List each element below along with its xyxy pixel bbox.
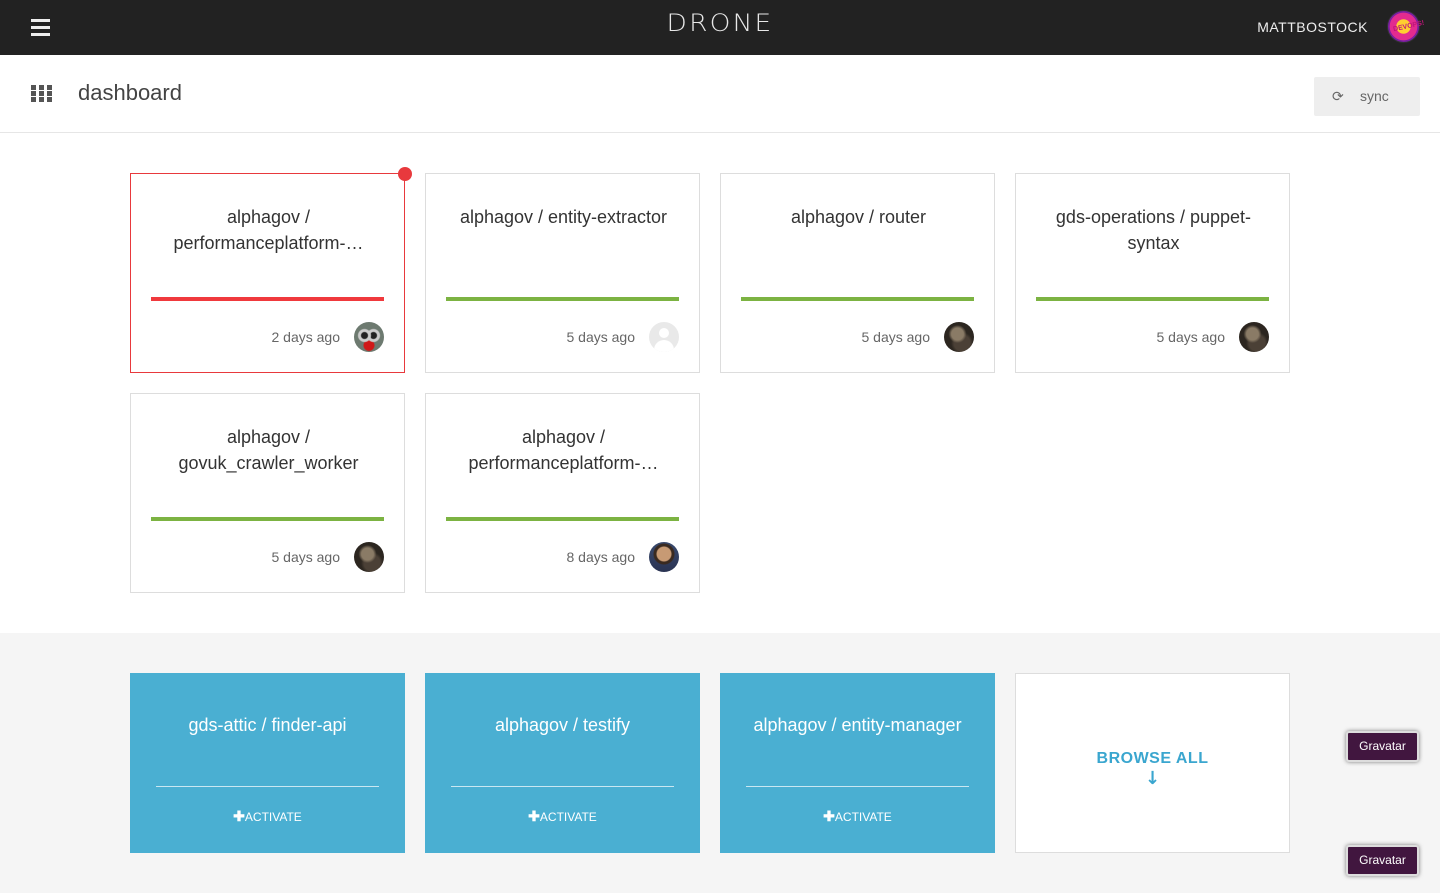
build-time-ago: 5 days ago — [861, 329, 931, 345]
top-navbar: DRONE MATTBOSTOCK DEVOPS! — [0, 0, 1440, 55]
repo-name: alphagov / entity-extractor — [459, 207, 668, 227]
repo-card[interactable]: gds-operations / puppet-syntax 5 days ag… — [1015, 173, 1290, 373]
suggested-repo-card[interactable]: alphagov / testify ✚ACTIVATE — [425, 673, 700, 853]
repo-name: alphagov / testify — [494, 715, 631, 735]
username-link[interactable]: MATTBOSTOCK — [1257, 19, 1368, 35]
user-avatar[interactable]: DEVOPS! — [1387, 10, 1425, 43]
build-status-bar — [151, 517, 384, 521]
grid-icon[interactable] — [31, 85, 52, 102]
plus-icon: ✚ — [528, 808, 540, 824]
build-time-ago: 2 days ago — [271, 329, 341, 345]
committer-avatar — [649, 322, 679, 352]
divider — [156, 786, 379, 787]
committer-avatar — [944, 322, 974, 352]
build-status-bar — [1036, 297, 1269, 301]
sync-button[interactable]: ⟳ sync — [1314, 77, 1420, 116]
plus-icon: ✚ — [823, 808, 835, 824]
repo-name: alphagov / performanceplatform-… — [173, 207, 364, 253]
repo-card[interactable]: alphagov / entity-extractor 5 days ago — [425, 173, 700, 373]
build-time-ago: 8 days ago — [566, 549, 636, 565]
activate-label: ACTIVATE — [244, 810, 302, 824]
browse-all-label: BROWSE ALL — [1096, 750, 1209, 767]
committer-avatar — [649, 542, 679, 572]
activate-button[interactable]: ✚ACTIVATE — [720, 808, 995, 825]
suggested-repo-card[interactable]: gds-attic / finder-api ✚ACTIVATE — [130, 673, 405, 853]
plus-icon: ✚ — [233, 808, 245, 824]
repo-card[interactable]: alphagov / performanceplatform-… 2 days … — [130, 167, 412, 373]
activate-button[interactable]: ✚ACTIVATE — [425, 808, 700, 825]
failure-indicator-dot — [398, 167, 412, 181]
suggested-repo-card[interactable]: alphagov / entity-manager ✚ACTIVATE — [720, 673, 995, 853]
build-status-bar — [151, 297, 384, 301]
build-time-ago: 5 days ago — [566, 329, 636, 345]
committer-avatar — [354, 322, 384, 352]
hamburger-menu-icon[interactable] — [31, 19, 50, 36]
committer-avatar — [354, 542, 384, 572]
build-time-ago: 5 days ago — [271, 549, 341, 565]
repo-name: alphagov / router — [790, 207, 927, 227]
divider — [451, 786, 674, 787]
gravatar-button[interactable]: Gravatar — [1346, 731, 1419, 762]
build-status-bar — [446, 517, 679, 521]
repo-name: alphagov / entity-manager — [753, 715, 962, 735]
activate-label: ACTIVATE — [834, 810, 892, 824]
repo-card[interactable]: alphagov / performanceplatform-… 8 days … — [425, 393, 700, 593]
page-header: dashboard ⟳ sync — [0, 55, 1440, 133]
activate-label: ACTIVATE — [539, 810, 597, 824]
divider — [746, 786, 969, 787]
browse-all-card[interactable]: BROWSE ALL ↓ — [1015, 673, 1290, 853]
gravatar-button[interactable]: Gravatar — [1346, 845, 1419, 876]
repo-name: alphagov / performanceplatform-… — [468, 427, 659, 473]
repo-name: gds-attic / finder-api — [188, 715, 347, 735]
repo-card[interactable]: alphagov / govuk_crawler_worker 5 days a… — [130, 393, 405, 593]
repo-card[interactable]: alphagov / router 5 days ago — [720, 173, 995, 373]
arrow-down-icon: ↓ — [1144, 768, 1161, 789]
activate-button[interactable]: ✚ACTIVATE — [130, 808, 405, 825]
brand-logo[interactable]: DRONE — [610, 9, 830, 37]
page-title: dashboard — [78, 80, 182, 105]
build-status-bar — [446, 297, 679, 301]
build-time-ago: 5 days ago — [1156, 329, 1226, 345]
repo-name: alphagov / govuk_crawler_worker — [178, 427, 359, 473]
build-status-bar — [741, 297, 974, 301]
repo-name: gds-operations / puppet-syntax — [1055, 207, 1252, 253]
sync-label: sync — [1360, 88, 1389, 104]
committer-avatar — [1239, 322, 1269, 352]
refresh-icon: ⟳ — [1332, 89, 1344, 105]
